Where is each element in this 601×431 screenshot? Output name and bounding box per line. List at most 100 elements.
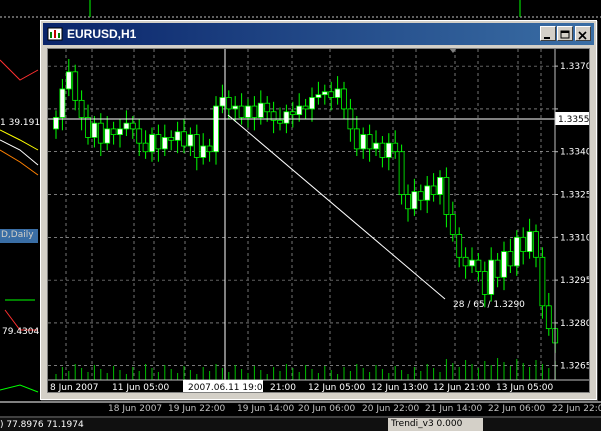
- bg-time-label: 18 Jun 2007: [108, 404, 163, 414]
- candle-body: [424, 185, 431, 201]
- candle-body: [405, 194, 411, 210]
- candle-body: [97, 122, 104, 144]
- price-axis-label: 1.3265: [560, 362, 589, 372]
- bg-indicator-tab[interactable]: Trendi_v3 0.000: [388, 418, 483, 431]
- grid-lines: [48, 49, 555, 380]
- candle-body: [110, 128, 117, 136]
- time-axis[interactable]: 8 Jun 2007 11 Jun 05:00 21:00 12 Jun 05:00 1…: [50, 383, 553, 393]
- candle-body: [149, 134, 155, 153]
- candle-body: [296, 105, 303, 116]
- minimize-button[interactable]: [540, 26, 556, 41]
- candlestick-chart[interactable]: 1.3355 28 / 65 / 1.3290 1.33701.33401.33…: [48, 48, 592, 393]
- bg-time-label: 20 Jun 22:00: [362, 404, 420, 414]
- candle-body: [520, 236, 527, 252]
- price-axis-label: 1.3310: [560, 233, 589, 243]
- candle-body: [219, 97, 226, 107]
- candle-body: [334, 88, 341, 98]
- candle-body: [174, 131, 181, 141]
- price-axis-label: 1.3295: [560, 276, 589, 286]
- bg-indicator-value: 1 39.1919: [0, 118, 46, 128]
- candle-body: [437, 177, 443, 195]
- candle-body: [309, 97, 315, 110]
- volume-bars: [55, 358, 556, 380]
- candle-body: [136, 128, 143, 144]
- candle-body: [488, 259, 495, 295]
- bg-indicator-value-2: 79.4304: [2, 327, 40, 337]
- candle-body: [545, 305, 552, 330]
- candle-body: [341, 88, 347, 110]
- window-title: EURUSD,H1: [67, 27, 137, 41]
- candle-body: [155, 134, 162, 150]
- candle-body: [181, 131, 187, 147]
- candle-body: [187, 134, 194, 147]
- candle-body: [501, 251, 507, 278]
- chart-window-icon: [47, 27, 63, 41]
- candle-body: [443, 177, 450, 215]
- bg-indicator-value-3: ) 77.8976 71.1974: [0, 420, 84, 430]
- candle-body: [353, 128, 360, 150]
- candle-body: [117, 128, 123, 136]
- time-axis-label: 8 Jun 2007: [50, 383, 98, 392]
- candle-body: [373, 142, 379, 150]
- candle-body: [392, 142, 399, 153]
- candle-body: [315, 94, 322, 98]
- candle-body: [264, 102, 271, 113]
- candle-body: [161, 137, 168, 150]
- time-axis-label: 12 Jun 05:00: [308, 383, 365, 392]
- time-axis-label: 21:00: [270, 383, 296, 392]
- bg-time-label: 21 Jun 14:00: [425, 404, 483, 414]
- candle-body: [379, 142, 386, 158]
- time-axis-label: 11 Jun 05:00: [112, 383, 169, 392]
- maximize-button[interactable]: [557, 26, 573, 41]
- candle-body: [213, 105, 219, 153]
- candle-body: [417, 191, 424, 201]
- time-axis-label: 13 Jun 05:00: [496, 383, 553, 392]
- close-button[interactable]: [575, 26, 591, 41]
- candle-body: [462, 256, 469, 267]
- bg-time-label: 20 Jun 06:00: [298, 404, 356, 414]
- candle-body: [251, 105, 258, 118]
- candle-body: [494, 259, 501, 278]
- candle-body: [533, 231, 539, 258]
- candle-body: [360, 134, 367, 150]
- candle-body: [385, 142, 392, 158]
- bg-time-label: 19 Jun 22:00: [168, 404, 226, 414]
- candle-body: [225, 97, 232, 110]
- candle-body: [200, 145, 207, 158]
- candle-body: [513, 236, 520, 267]
- candle-body: [129, 122, 136, 130]
- bg-time-label: 22 Jun 06:00: [488, 404, 546, 414]
- bg-window-title[interactable]: D,Daily: [0, 229, 38, 243]
- candle-body: [366, 134, 373, 150]
- price-axis[interactable]: 1.3370 1.3340 1.3325 1.3310 1.3295 1.3280 1.32…: [555, 62, 592, 372]
- candle-body: [78, 99, 85, 118]
- candle-body: [449, 214, 456, 235]
- candle-body: [91, 122, 98, 138]
- candle-body: [456, 234, 463, 258]
- minimize-icon: [544, 37, 550, 39]
- candle-body: [168, 137, 175, 141]
- current-price-label: 1.3355: [558, 115, 589, 125]
- maximize-icon: [560, 30, 570, 39]
- candle-body: [481, 271, 488, 295]
- bg-time-label: 22 Jun 22:00: [552, 404, 601, 414]
- title-bar[interactable]: EURUSD,H1: [43, 23, 594, 45]
- candle-body: [277, 119, 283, 124]
- candle-body: [65, 71, 72, 90]
- candle-body: [104, 128, 111, 144]
- candle-body: [59, 88, 66, 118]
- candle-body: [398, 151, 405, 195]
- price-axis-label: 1.3325: [560, 191, 589, 201]
- candle-body: [475, 259, 482, 272]
- crosshair-time-label: 2007.06.11 19:00: [188, 383, 269, 392]
- time-axis-label: 12 Jun 21:00: [433, 383, 490, 392]
- candle-body: [507, 251, 514, 267]
- chart-shift-marker-icon[interactable]: [449, 48, 457, 53]
- price-chart[interactable]: 1.3355 28 / 65 / 1.3290 1.3370 1.3340 1.33…: [47, 48, 592, 393]
- candle-body: [123, 122, 130, 130]
- close-icon: [578, 31, 587, 40]
- candle-body: [238, 105, 245, 118]
- trendline-label: 28 / 65 / 1.3290: [453, 300, 525, 310]
- bg-time-label: 19 Jun 14:00: [237, 404, 295, 414]
- candle-body: [283, 111, 290, 124]
